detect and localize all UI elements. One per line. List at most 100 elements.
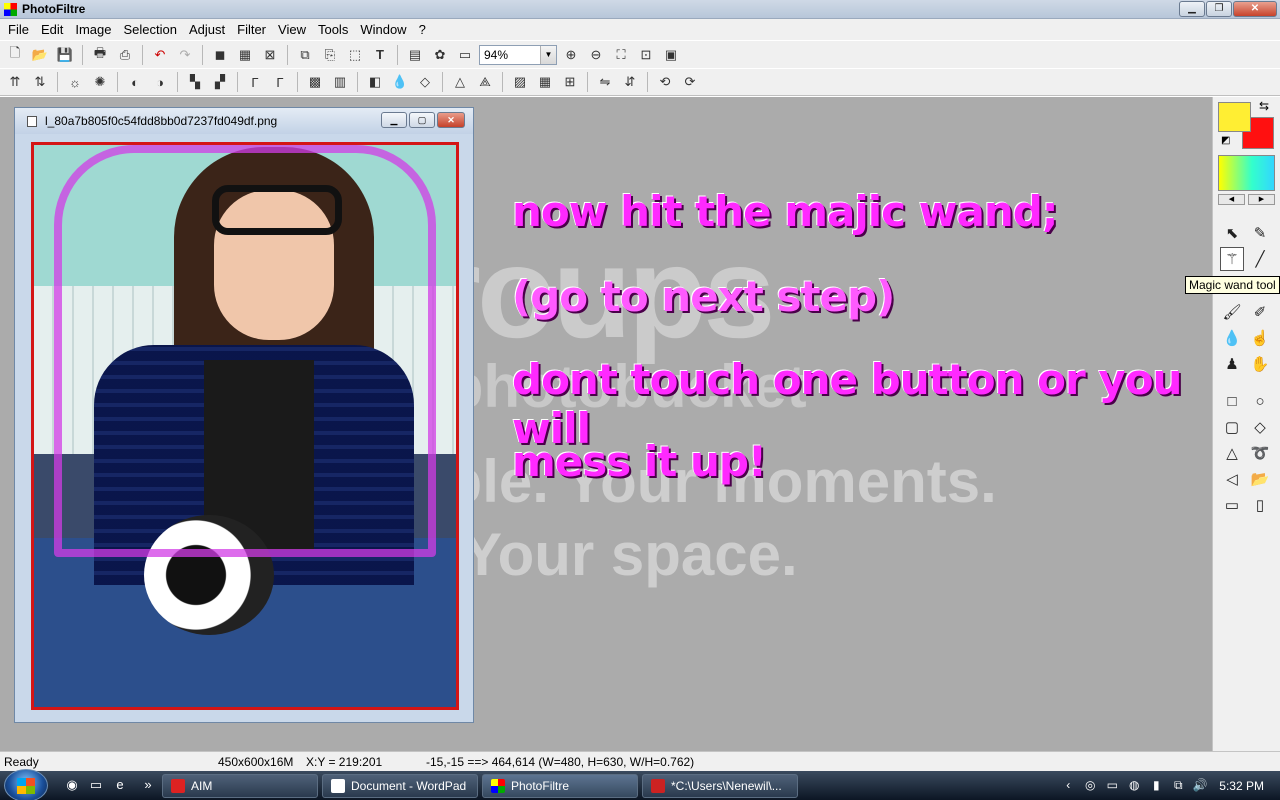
blur-drop-icon[interactable]: 💧 [1220, 326, 1244, 350]
saturation-down-icon[interactable]: ▚ [184, 71, 206, 93]
menu-window[interactable]: Window [354, 19, 412, 40]
scan-icon[interactable]: ⎙ [114, 44, 136, 66]
gamma-down-icon[interactable]: Γ [244, 71, 266, 93]
undo-icon[interactable]: ↶ [149, 44, 171, 66]
gradient-prev-icon[interactable]: ◀ [1218, 194, 1245, 205]
fill-selection-icon[interactable]: ◼ [209, 44, 231, 66]
document-close-button[interactable]: ✕ [437, 112, 465, 128]
text-tool-icon[interactable]: T [369, 44, 391, 66]
quicklaunch-more-icon[interactable]: » [140, 777, 156, 793]
explorer-icon[interactable]: ▤ [404, 44, 426, 66]
menu-help[interactable]: ? [413, 19, 432, 40]
volume-icon[interactable]: 🔊 [1191, 778, 1209, 794]
gradient-preview[interactable] [1218, 155, 1275, 191]
selection-tool-icon[interactable]: ⬉ [1220, 221, 1244, 245]
line-tool-icon[interactable]: ╱ [1248, 247, 1272, 271]
tray-chrome-icon[interactable]: ◍ [1125, 778, 1143, 794]
close-button[interactable]: ✕ [1233, 1, 1277, 17]
load-shape-icon[interactable]: 📂 [1248, 467, 1272, 491]
diamond-shape-icon[interactable]: ◇ [1248, 415, 1272, 439]
new-file-icon[interactable]: 🗋 [4, 44, 26, 66]
blur-icon[interactable]: 💧 [389, 71, 411, 93]
contrast-up-icon[interactable]: ◑ [149, 71, 171, 93]
menu-view[interactable]: View [272, 19, 312, 40]
texture-icon[interactable]: ⊞ [559, 71, 581, 93]
menu-adjust[interactable]: Adjust [183, 19, 231, 40]
flip-vertical-icon[interactable]: ⇵ [619, 71, 641, 93]
gradient-next-icon[interactable]: ▶ [1248, 194, 1275, 205]
zoom-in-icon[interactable]: ⊕ [560, 44, 582, 66]
document-title-bar[interactable]: l_80a7b805f0c54fdd8bb0d7237fd049df.png ▁… [15, 108, 473, 134]
menu-filter[interactable]: Filter [231, 19, 272, 40]
menu-image[interactable]: Image [69, 19, 117, 40]
ie-quicklaunch-icon[interactable]: e [112, 777, 128, 793]
auto-levels-icon[interactable]: ⇈ [4, 71, 26, 93]
start-button[interactable] [4, 769, 48, 800]
eyedropper-icon[interactable]: ✎ [1248, 221, 1272, 245]
emboss-icon[interactable]: ⟁ [474, 71, 496, 93]
clear-icon[interactable]: ⊠ [259, 44, 281, 66]
flip-horizontal-icon[interactable]: ⇋ [594, 71, 616, 93]
clock[interactable]: 5:32 PM [1219, 779, 1264, 793]
task-photofiltre[interactable]: PhotoFiltre [482, 774, 638, 798]
menu-edit[interactable]: Edit [35, 19, 69, 40]
paste-icon[interactable]: ⎘ [319, 44, 341, 66]
gradient-icon[interactable]: ▨ [509, 71, 531, 93]
image-canvas[interactable] [31, 142, 459, 710]
aim-quicklaunch-icon[interactable]: ◉ [64, 777, 80, 793]
rotate-left-icon[interactable]: ⟲ [654, 71, 676, 93]
brush-icon[interactable]: 🖌 [1220, 300, 1244, 324]
color-balance-icon[interactable]: ▦ [534, 71, 556, 93]
saturation-up-icon[interactable]: ▞ [209, 71, 231, 93]
horizontal-fit-icon[interactable]: ▭ [1220, 493, 1244, 517]
vertical-fit-icon[interactable]: ▯ [1248, 493, 1272, 517]
palette-grid-icon[interactable]: ▦ [234, 44, 256, 66]
document-maximize-button[interactable]: ▢ [409, 112, 435, 128]
antialias-icon[interactable]: ◧ [364, 71, 386, 93]
smudge-icon[interactable]: ☝ [1248, 326, 1272, 350]
open-folder-icon[interactable]: 📂 [29, 44, 51, 66]
sepia-icon[interactable]: ▥ [329, 71, 351, 93]
triangle-shape-icon[interactable]: △ [1220, 441, 1244, 465]
restore-button[interactable]: ❐ [1206, 1, 1232, 17]
auto-contrast-icon[interactable]: ⇅ [29, 71, 51, 93]
hand-icon[interactable]: ✋ [1248, 352, 1272, 376]
fit-window-icon[interactable]: ⊡ [635, 44, 657, 66]
rounded-rect-shape-icon[interactable]: ▢ [1220, 415, 1244, 439]
menu-selection[interactable]: Selection [118, 19, 183, 40]
triangle-icon[interactable]: △ [449, 71, 471, 93]
zoom-combobox[interactable]: 94% ▼ [479, 44, 557, 65]
document-window[interactable]: l_80a7b805f0c54fdd8bb0d7237fd049df.png ▁… [14, 107, 474, 723]
foreground-color-swatch[interactable] [1218, 102, 1251, 132]
lasso-icon[interactable]: ➰ [1248, 441, 1272, 465]
plugin-icon[interactable]: ✿ [429, 44, 451, 66]
ellipse-shape-icon[interactable]: ○ [1248, 389, 1272, 413]
minimize-button[interactable]: ▁ [1179, 1, 1205, 17]
save-icon[interactable]: 💾 [54, 44, 76, 66]
task-explorer[interactable]: *C:\Users\Nenewil\... [642, 774, 798, 798]
battery-icon[interactable]: ▮ [1147, 778, 1165, 794]
zoom-out-icon[interactable]: ⊖ [585, 44, 607, 66]
reset-colors-icon[interactable]: ◩ [1221, 135, 1230, 146]
tray-app-icon[interactable]: ◎ [1081, 778, 1099, 794]
task-wordpad[interactable]: Document - WordPad [322, 774, 478, 798]
document-minimize-button[interactable]: ▁ [381, 112, 407, 128]
gamma-up-icon[interactable]: Γ [269, 71, 291, 93]
chevron-down-icon[interactable]: ▼ [540, 45, 556, 64]
clone-stamp-icon[interactable]: ♟ [1220, 352, 1244, 376]
rotate-right-icon[interactable]: ⟳ [679, 71, 701, 93]
show-desktop-icon[interactable]: ▭ [88, 777, 104, 793]
tray-network-monitor-icon[interactable]: ▭ [1103, 778, 1121, 794]
brightness-up-icon[interactable]: ✺ [89, 71, 111, 93]
fullscreen-icon[interactable]: ▣ [660, 44, 682, 66]
menu-tools[interactable]: Tools [312, 19, 354, 40]
network-icon[interactable]: ⧉ [1169, 778, 1187, 794]
redo-icon[interactable]: ↷ [174, 44, 196, 66]
magic-wand-icon[interactable]: ⚚ [1220, 247, 1244, 271]
select-all-icon[interactable]: ⬚ [344, 44, 366, 66]
polygon-icon[interactable]: ◁ [1220, 467, 1244, 491]
grayscale-icon[interactable]: ▩ [304, 71, 326, 93]
tray-expand-icon[interactable]: ‹ [1059, 778, 1077, 794]
actual-size-icon[interactable]: ⛶ [610, 44, 632, 66]
menu-file[interactable]: File [2, 19, 35, 40]
